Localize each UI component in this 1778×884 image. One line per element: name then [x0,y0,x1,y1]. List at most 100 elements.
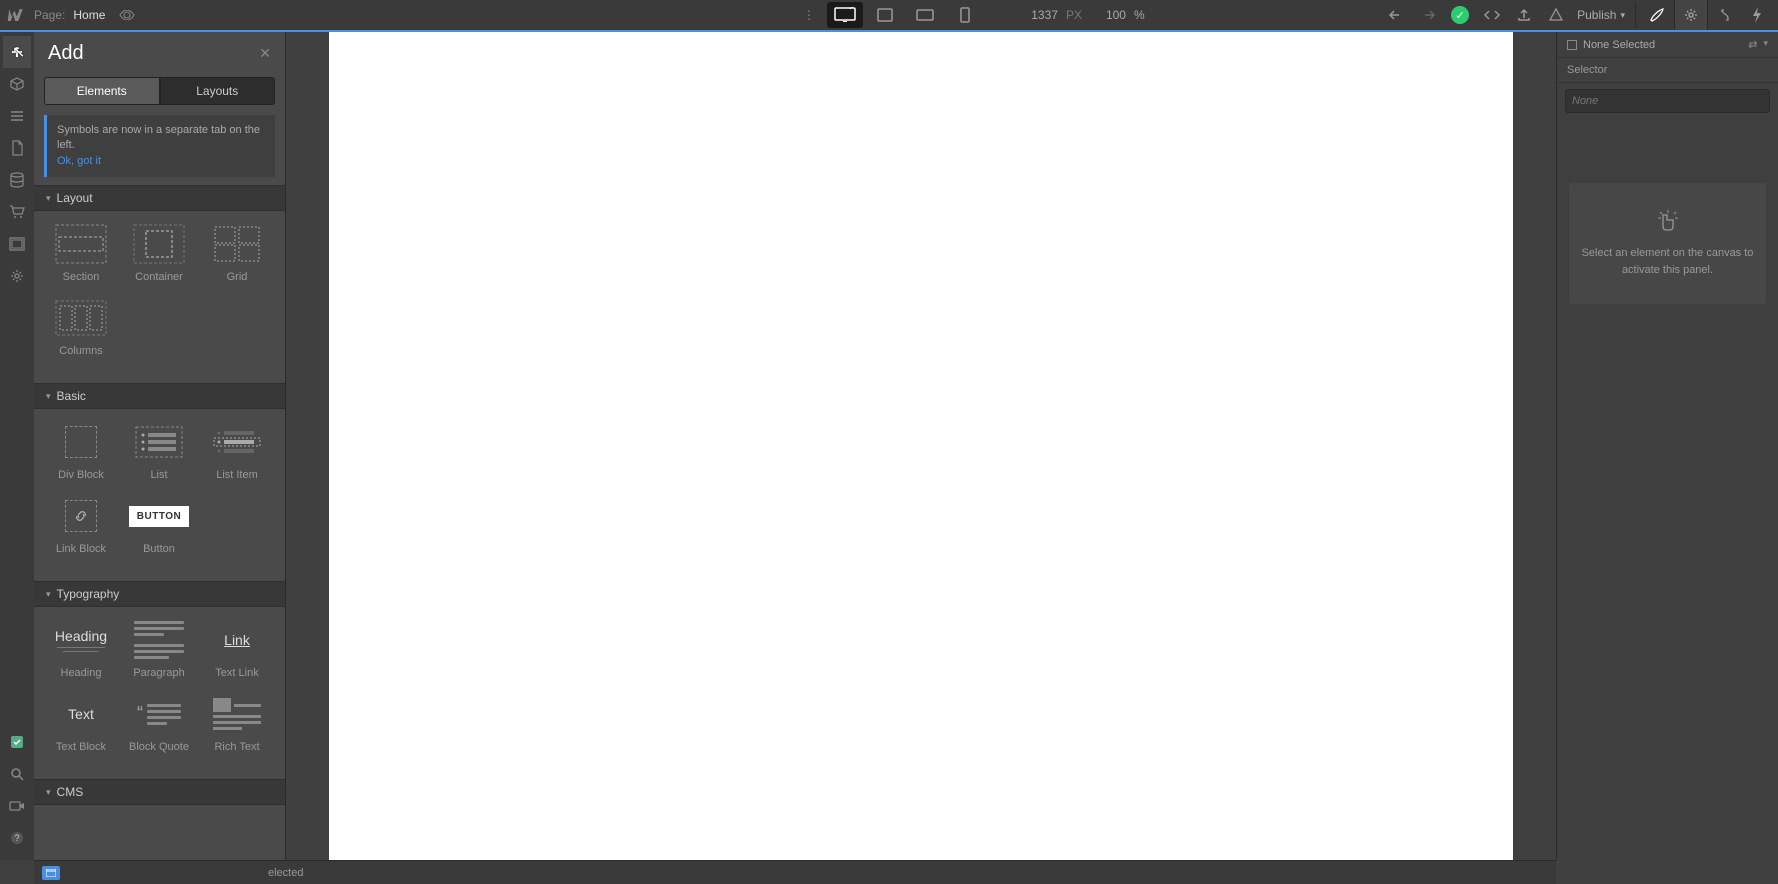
section-label: Typography [57,587,120,601]
element-heading[interactable]: Heading Heading [42,619,120,693]
element-block-quote[interactable]: “ Block Quote [120,693,198,767]
ecommerce-icon[interactable] [3,196,31,228]
element-indicator-icon [1567,40,1577,50]
topbar-more-icon[interactable]: ⋮ [795,8,823,22]
inherit-icon[interactable]: ⇄ [1748,38,1757,51]
publish-button[interactable]: Publish ▾ [1573,8,1629,22]
left-sidebar-bottom: ? [3,726,31,860]
zoom-value: 100 [1106,8,1126,22]
element-settings-icon[interactable] [1674,0,1708,30]
canvas-width-unit: PX [1066,8,1082,22]
element-label: Section [63,271,100,283]
publish-label: Publish [1577,8,1616,22]
zoom-unit: % [1134,8,1145,22]
navigator-icon[interactable] [3,100,31,132]
assets-icon[interactable] [3,228,31,260]
element-rich-text[interactable]: Rich Text [198,693,276,767]
element-label: Button [143,543,175,555]
panel-tabs: Elements Layouts [34,71,285,111]
section-header-typography[interactable]: ▾ Typography [34,581,285,607]
page-name[interactable]: Home [73,8,105,22]
section-header-basic[interactable]: ▾ Basic [34,383,285,409]
cms-icon[interactable] [3,164,31,196]
close-panel-icon[interactable]: ✕ [259,45,271,62]
bolt-icon[interactable] [1742,2,1772,28]
breadcrumb-body-tag[interactable] [42,866,60,880]
section-label: Layout [57,191,93,205]
status-check-icon[interactable]: ✓ [1445,2,1475,28]
text-mock: Text [68,706,94,722]
panel-title: Add [48,42,84,65]
video-icon[interactable] [3,790,31,822]
tab-elements[interactable]: Elements [44,77,160,105]
add-elements-icon[interactable] [3,36,31,68]
chevron-down-icon[interactable]: ▾ [1763,38,1768,51]
breadcrumb-selected-text: elected [268,867,303,879]
element-button[interactable]: BUTTON Button [120,495,198,569]
element-label: Text Link [215,667,258,679]
tab-layouts[interactable]: Layouts [160,77,276,105]
empty-state: Select an element on the canvas to activ… [1569,183,1766,304]
search-icon[interactable] [3,758,31,790]
page-label: Page: [34,8,65,22]
element-columns[interactable]: Columns [42,297,120,371]
device-tablet-button[interactable] [867,2,903,28]
element-div-block[interactable]: Div Block [42,421,120,495]
info-link[interactable]: Ok, got it [57,155,101,167]
element-section[interactable]: Section [42,223,120,297]
interactions-icon[interactable] [1710,2,1740,28]
element-label: List [150,469,167,481]
pages-icon[interactable] [3,132,31,164]
caret-down-icon: ▾ [46,787,51,798]
element-link-block[interactable]: Link Block [42,495,120,569]
settings-icon[interactable] [3,260,31,292]
element-grid[interactable]: Grid [198,223,276,297]
section-label: Basic [57,389,86,403]
style-panel-top: None Selected ⇄ ▾ [1557,32,1778,58]
brush-icon[interactable] [1642,2,1672,28]
help-icon[interactable]: ? [3,822,31,854]
device-phone-button[interactable] [947,2,983,28]
undo-button[interactable] [1381,2,1411,28]
element-paragraph[interactable]: Paragraph [120,619,198,693]
layout-grid: Section Container Grid Columns [34,211,285,383]
topbar-right: ✓ Publish ▾ [1381,0,1778,30]
element-label: List Item [216,469,258,481]
device-desktop-button[interactable] [827,2,863,28]
selector-input[interactable]: None [1565,89,1770,113]
element-list-item[interactable]: List Item [198,421,276,495]
element-label: Div Block [58,469,104,481]
canvas-size-display: 1337 PX 100 % [1031,8,1144,22]
section-header-cms[interactable]: ▾ CMS [34,779,285,805]
redo-button[interactable] [1413,2,1443,28]
add-panel: Add ✕ Elements Layouts Symbols are now i… [34,32,286,860]
export-icon[interactable] [1509,2,1539,28]
section-header-layout[interactable]: ▾ Layout [34,185,285,211]
svg-text:?: ? [14,833,19,843]
canvas-width-value: 1337 [1031,8,1058,22]
element-list[interactable]: List [120,421,198,495]
style-panel: None Selected ⇄ ▾ Selector None Select a… [1556,32,1778,860]
canvas[interactable] [329,32,1513,860]
code-icon[interactable] [1477,2,1507,28]
eye-icon[interactable] [119,10,135,20]
symbols-icon[interactable] [3,68,31,100]
main-area: ? Add ✕ Elements Layouts Symbols are now… [0,32,1778,860]
divider [1635,2,1636,28]
top-bar: Page: Home ⋮ 1337 PX 100 % ✓ [0,0,1778,30]
device-phone-landscape-button[interactable] [907,2,943,28]
audit-check-icon[interactable] [3,726,31,758]
topbar-left: Page: Home [0,5,135,25]
element-container[interactable]: Container [120,223,198,297]
element-text-link[interactable]: Link Text Link [198,619,276,693]
element-text-block[interactable]: Text Text Block [42,693,120,767]
element-label: Rich Text [214,741,259,753]
webflow-logo-icon[interactable] [6,5,26,25]
audit-icon[interactable] [1541,2,1571,28]
empty-message: Select an element on the canvas to activ… [1582,247,1754,276]
caret-down-icon: ▾ [46,589,51,600]
chevron-down-icon: ▾ [1620,10,1625,21]
link-mock-text: Link [224,632,250,648]
basic-grid: Div Block List List Item Link Block BUTT… [34,409,285,581]
breadcrumb-bar: elected [34,860,1556,884]
